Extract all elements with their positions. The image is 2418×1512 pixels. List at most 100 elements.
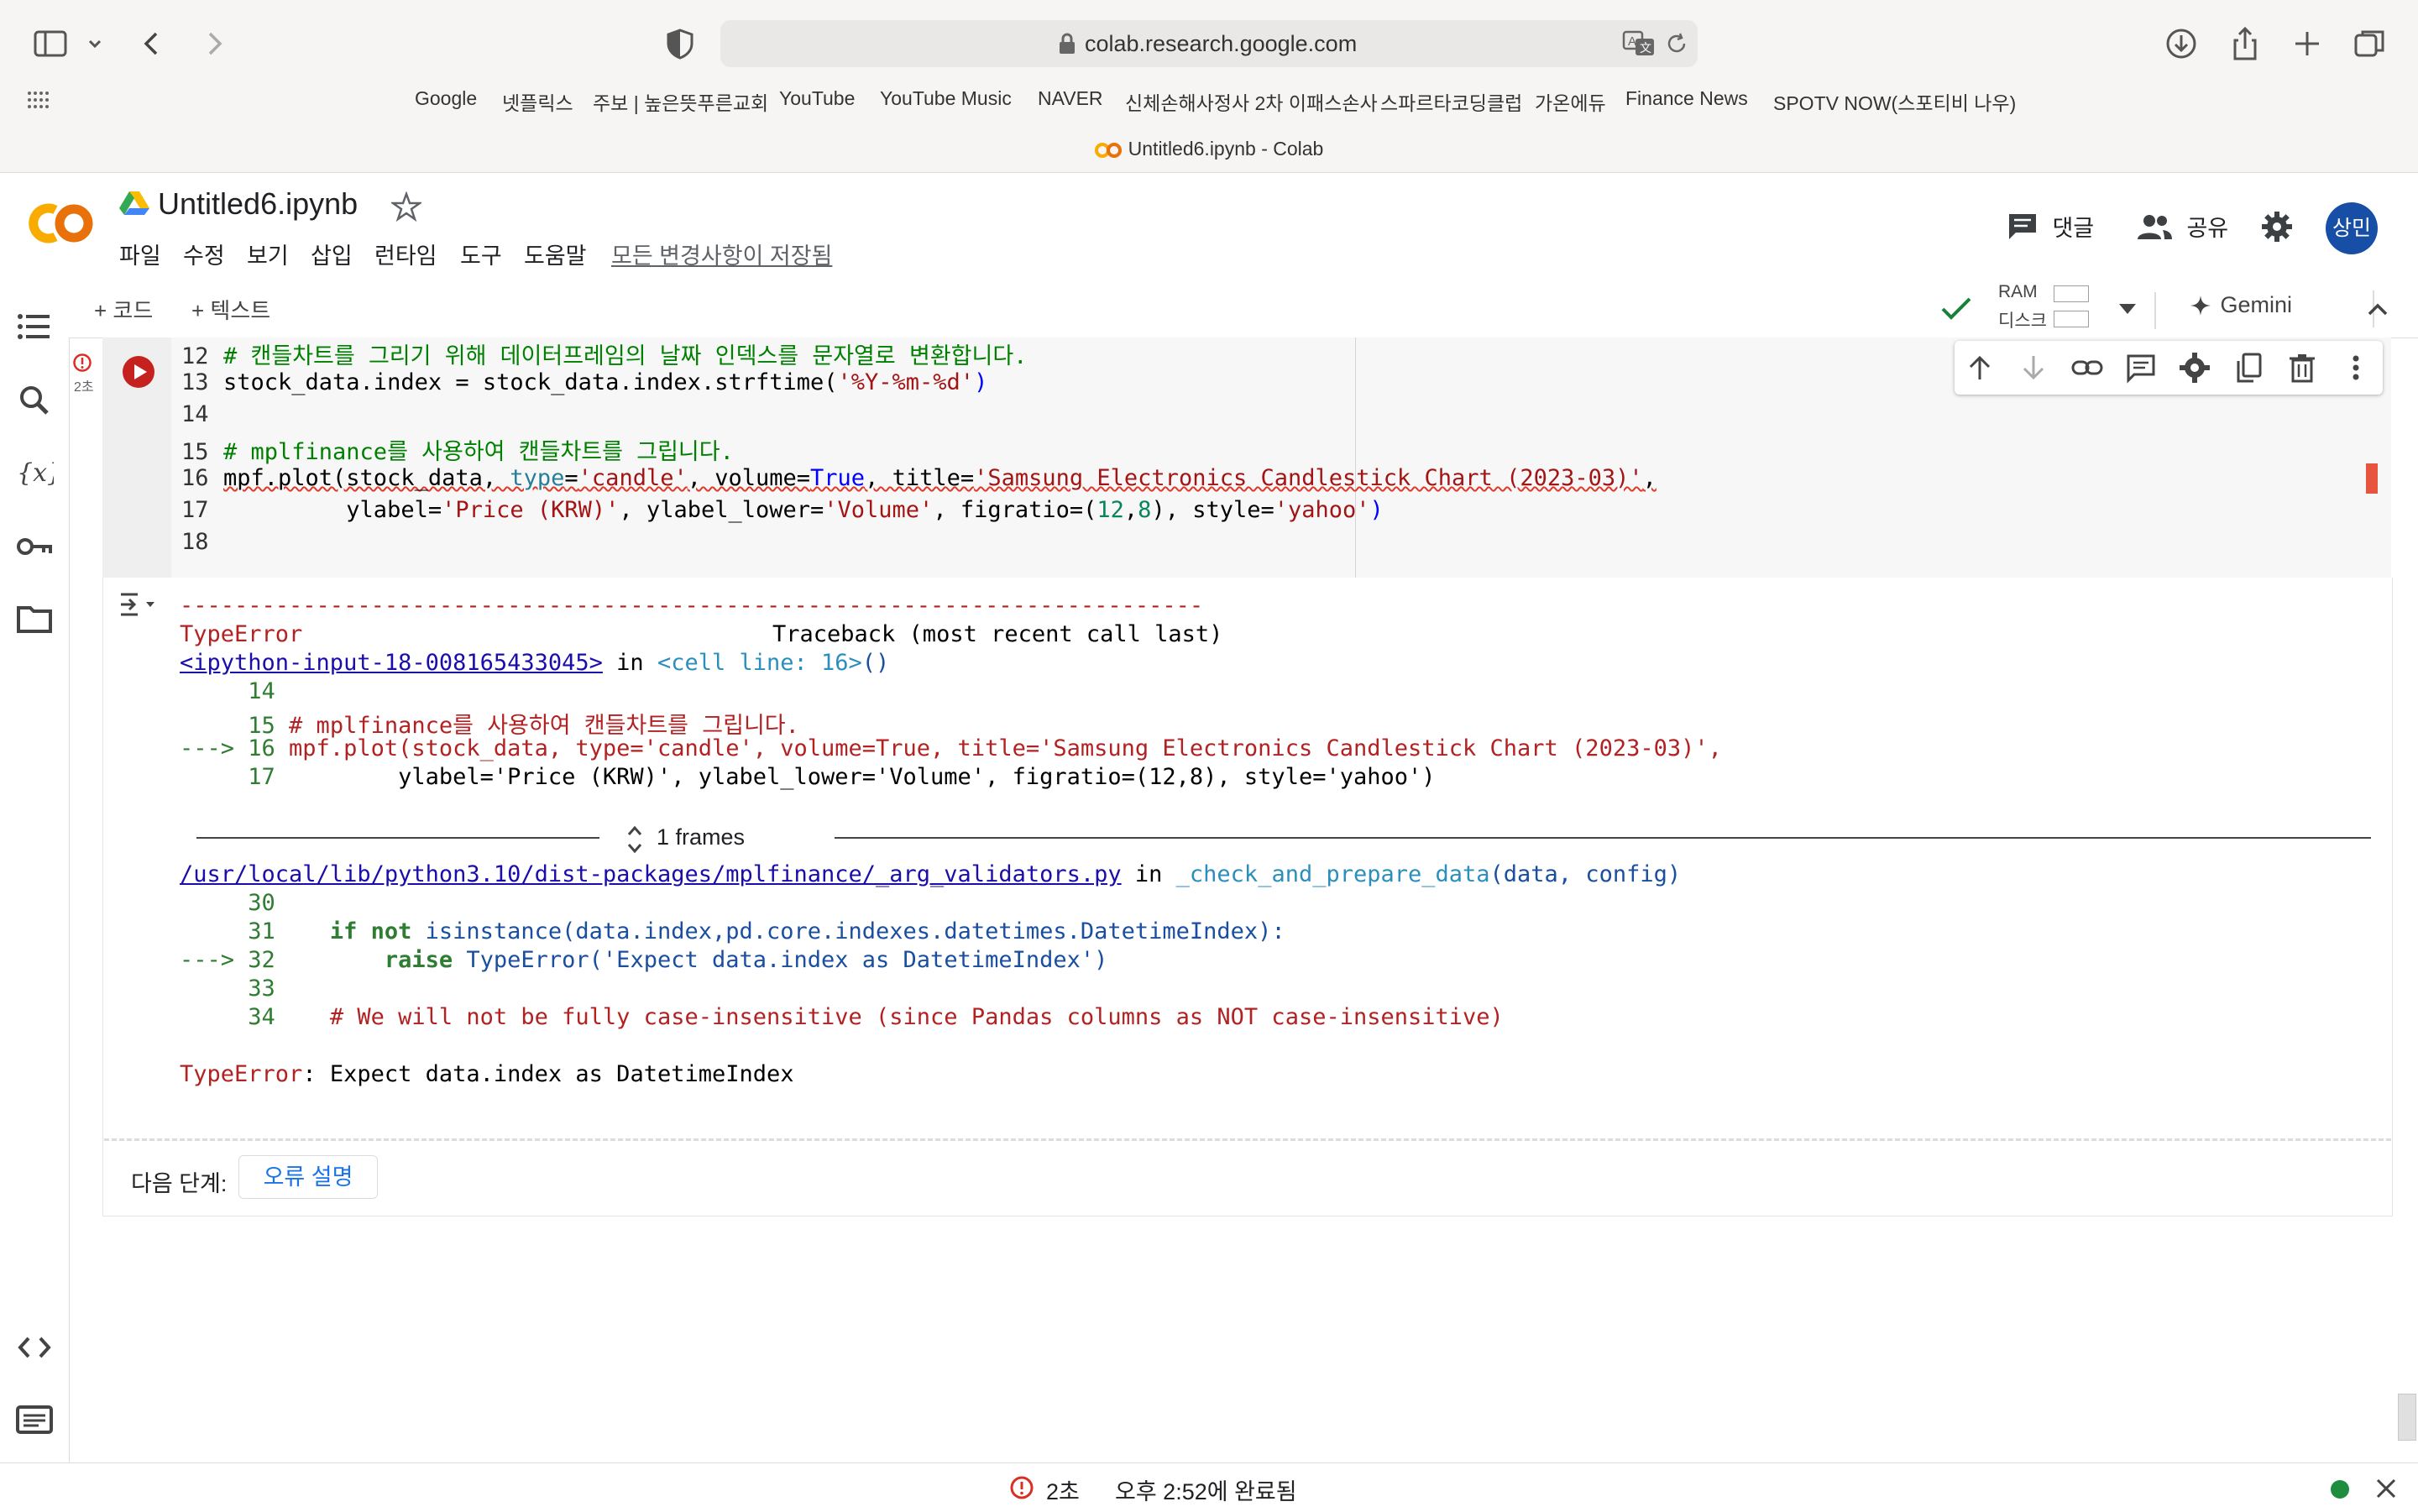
close-icon[interactable] (2373, 1475, 2400, 1502)
forward-icon[interactable] (195, 25, 232, 62)
ram-meter[interactable] (2054, 285, 2089, 302)
bookmark-item[interactable]: Finance News (1625, 87, 1748, 110)
delete-icon[interactable] (2285, 351, 2319, 385)
code-line-15: 15 # mplfinance를 사용하여 캔들차트를 그립니다. (181, 433, 734, 466)
menu-tools[interactable]: 도구 (460, 238, 502, 270)
table-of-contents-icon[interactable] (15, 307, 54, 346)
menu-insert[interactable]: 삽입 (311, 238, 353, 270)
share-label: 공유 (2186, 216, 2229, 241)
add-code-button[interactable]: + 코드 (94, 294, 153, 325)
code-line-13: 13 stock_data.index = stock_data.index.st… (181, 369, 987, 395)
bookmark-item[interactable]: 넷플릭스 (502, 87, 573, 116)
runtime-status-dot (2331, 1480, 2349, 1499)
traceback-location: <ipython-input-18-008165433045> in <cell… (180, 650, 889, 676)
svg-text:{x}: {x} (17, 458, 54, 488)
ipython-input-link[interactable]: <ipython-input-18-008165433045> (180, 650, 603, 676)
bookmark-item[interactable]: NAVER (1038, 87, 1103, 110)
share-icon[interactable] (2227, 25, 2264, 62)
avatar[interactable]: 상민 (2326, 202, 2378, 254)
privacy-shield-icon[interactable] (662, 25, 699, 62)
colab-logo-icon[interactable] (22, 198, 97, 249)
gemini-label: Gemini (2220, 292, 2292, 317)
code-token: , title= (865, 465, 975, 491)
frames-divider (196, 837, 599, 839)
new-tab-icon[interactable] (2289, 25, 2326, 62)
browser-toolbar: colab.research.google.com A文 Google 넷플릭스… (0, 0, 2418, 173)
expand-frames-icon[interactable] (625, 823, 645, 856)
comment-icon[interactable] (2124, 351, 2158, 385)
runtime-dropdown-icon[interactable] (2117, 301, 2138, 317)
tab-overview-icon[interactable] (2351, 25, 2388, 62)
back-icon[interactable] (134, 25, 171, 62)
variables-icon[interactable]: {x} (15, 453, 54, 492)
move-down-icon[interactable] (2017, 351, 2050, 385)
bookmark-item[interactable]: 스파르타코딩클럽 (1380, 87, 1522, 116)
run-cell-button[interactable] (121, 354, 156, 390)
final-error-message: TypeError: Expect data.index as Datetime… (180, 1061, 794, 1087)
bookmark-item[interactable]: YouTube (779, 87, 855, 110)
traceback-line-34: 34 # We will not be fully case-insensiti… (180, 1004, 1504, 1030)
menu-runtime[interactable]: 런타임 (374, 238, 437, 270)
bookmark-item[interactable]: 주보 | 높은뜻푸른교회 (593, 87, 768, 116)
bookmark-item[interactable]: 신체손해사정사 2차 이패스손사 (1125, 87, 1378, 116)
svg-text:文: 文 (1640, 42, 1651, 55)
traceback-keyword: if not (289, 918, 426, 944)
code-keyword-arg: type (510, 465, 565, 491)
address-bar[interactable]: colab.research.google.com A文 (720, 20, 1698, 67)
error-type: TypeError (180, 621, 303, 647)
traceback-line-32: ---> 32 raise TypeError('Expect data.ind… (180, 947, 1107, 973)
collapse-header-icon[interactable] (2363, 297, 2393, 321)
disk-meter[interactable] (2054, 311, 2089, 327)
save-status[interactable]: 모든 변경사항이 저장됨 (611, 238, 832, 270)
bookmark-item[interactable]: SPOTV NOW(스포티비 나우) (1773, 87, 2016, 116)
gear-icon[interactable] (2178, 351, 2211, 385)
function-args: (data, config) (1489, 861, 1682, 887)
menu-help[interactable]: 도움말 (524, 238, 587, 270)
notebook-title[interactable]: Untitled6.ipynb (158, 186, 358, 222)
terminal-icon[interactable] (15, 1400, 54, 1439)
traceback-text: 17 (180, 764, 290, 790)
menu-view[interactable]: 보기 (247, 238, 289, 270)
bookmark-item[interactable]: Google (415, 87, 477, 110)
line-number: 14 (181, 401, 209, 427)
share-button[interactable]: 공유 (2136, 210, 2228, 243)
code-token: stock_data.index = stock_data.index.strf… (223, 369, 838, 395)
code-snippets-icon[interactable] (15, 1328, 54, 1367)
output-actions-icon[interactable] (119, 589, 158, 620)
download-icon[interactable] (2163, 25, 2200, 62)
traceback-text: in (602, 650, 657, 676)
gemini-button[interactable]: Gemini (2190, 292, 2292, 318)
frames-divider (835, 837, 2371, 839)
sidebar-toggle-icon[interactable] (32, 25, 69, 62)
line-number: 17 (181, 497, 209, 523)
key-icon[interactable] (15, 527, 54, 566)
chevron-down-icon[interactable] (82, 25, 107, 62)
svg-text:A: A (1628, 34, 1636, 49)
menu-file[interactable]: 파일 (119, 238, 161, 270)
traceback-arrow: ---> 32 (180, 947, 290, 973)
settings-gear-icon[interactable] (2260, 210, 2294, 243)
cell-toolbar (1955, 341, 2383, 395)
translate-icon[interactable]: A文 (1622, 30, 1656, 57)
code-string: 'Samsung Electronics Candlestick Chart (… (974, 465, 1643, 491)
move-up-icon[interactable] (1963, 351, 1997, 385)
add-text-button[interactable]: + 텍스트 (191, 294, 270, 325)
bookmark-item[interactable]: 가온에듀 (1535, 87, 1606, 116)
comment-button[interactable]: 댓글 (2007, 210, 2094, 243)
frames-toggle[interactable]: 1 frames (657, 824, 745, 850)
mirror-cell-icon[interactable] (2232, 351, 2265, 385)
link-icon[interactable] (2070, 351, 2104, 385)
menu-edit[interactable]: 수정 (183, 238, 225, 270)
ram-label: RAM (1998, 282, 2038, 301)
folder-icon[interactable] (15, 599, 54, 638)
search-icon[interactable] (15, 381, 54, 420)
bookmark-item[interactable]: YouTube Music (880, 87, 1012, 110)
reload-icon[interactable] (1664, 31, 1689, 56)
traceback-line-16: ---> 16 mpf.plot(stock_data, type='candl… (180, 735, 1722, 761)
more-options-icon[interactable] (2339, 351, 2373, 385)
explain-error-button[interactable]: 오류 설명 (238, 1155, 378, 1199)
active-tab[interactable]: Untitled6.ipynb - Colab (0, 138, 2418, 160)
library-file-link[interactable]: /usr/local/lib/python3.10/dist-packages/… (180, 861, 1122, 887)
star-icon[interactable] (391, 191, 421, 222)
scrollbar-thumb[interactable] (2398, 1394, 2416, 1441)
